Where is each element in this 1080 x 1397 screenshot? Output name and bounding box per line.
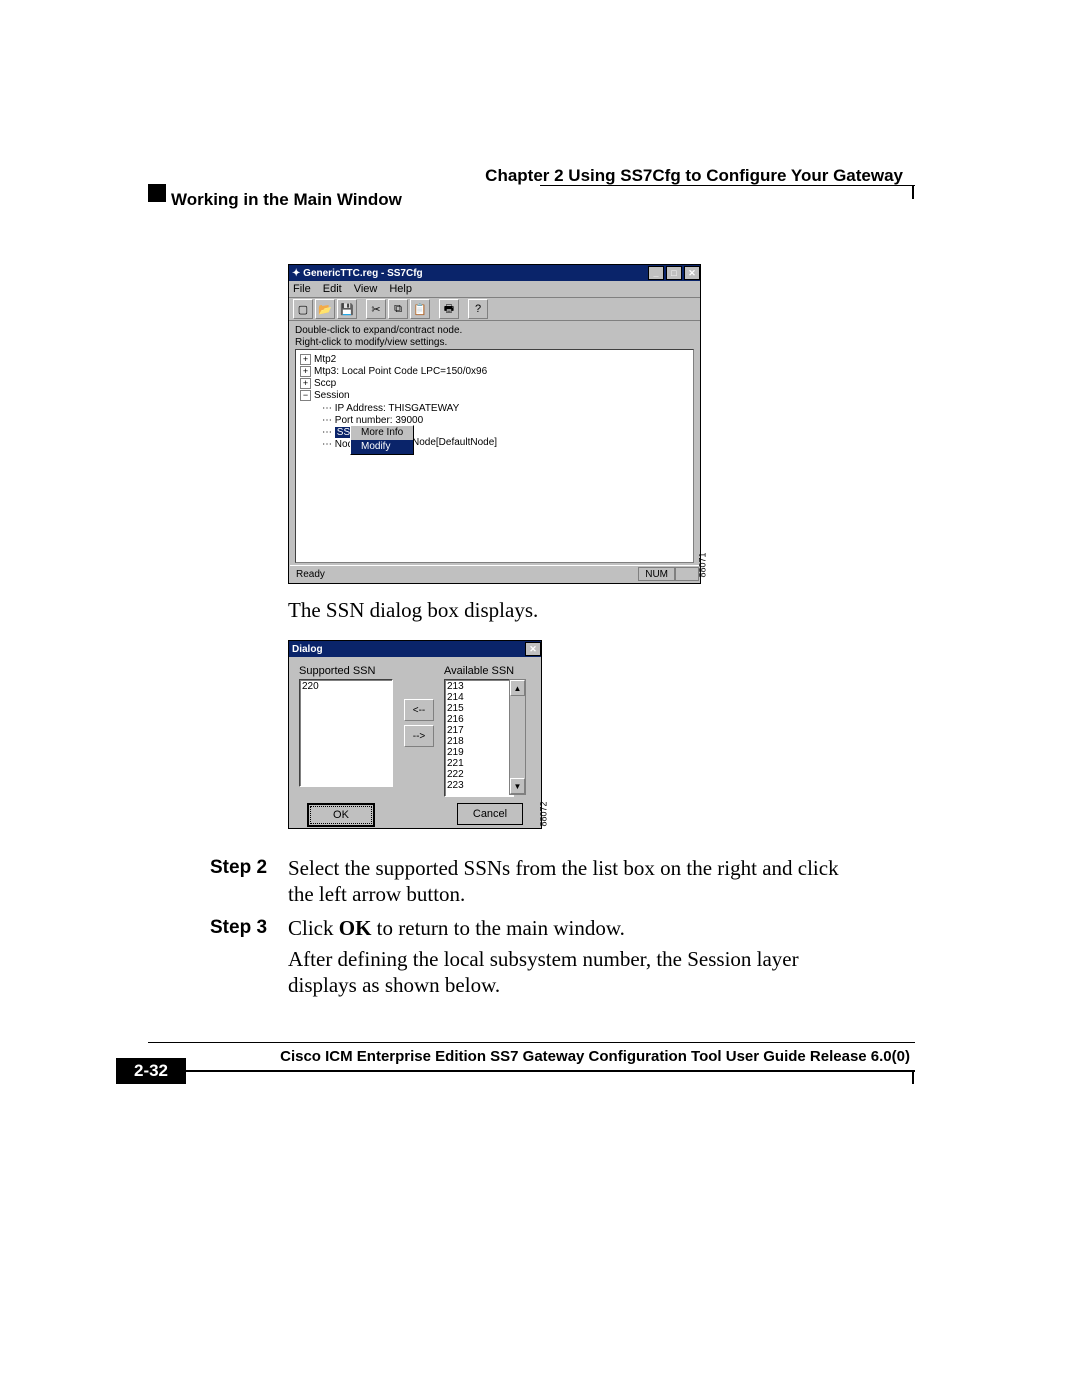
status-ready: Ready bbox=[290, 569, 325, 580]
list-item[interactable]: 222 bbox=[447, 769, 511, 780]
app-icon: ✦ bbox=[292, 268, 300, 279]
list-item[interactable]: 220 bbox=[302, 681, 390, 692]
list-item[interactable]: 218 bbox=[447, 736, 511, 747]
tree-ip[interactable]: IP Address: THISGATEWAY bbox=[335, 403, 459, 414]
header-tick bbox=[912, 185, 914, 199]
paste-icon[interactable]: 📋 bbox=[410, 299, 430, 319]
window-title: GenericTTC.reg - SS7Cfg bbox=[303, 268, 422, 279]
header-square bbox=[148, 184, 166, 202]
maximize-icon[interactable]: □ bbox=[666, 266, 682, 280]
footer-tick bbox=[912, 1070, 914, 1084]
list-item[interactable]: 215 bbox=[447, 703, 511, 714]
ok-button[interactable]: OK bbox=[307, 803, 375, 827]
dialog-title-bar[interactable]: Dialog ✕ bbox=[289, 641, 541, 657]
save-icon[interactable]: 💾 bbox=[337, 299, 357, 319]
list-item[interactable]: 221 bbox=[447, 758, 511, 769]
figure-ref-1: 88071 bbox=[697, 552, 707, 577]
step3-follow: After defining the local subsystem numbe… bbox=[288, 946, 858, 998]
chapter-title: Chapter 2 Using SS7Cfg to Configure Your… bbox=[485, 166, 903, 186]
open-icon[interactable]: 📂 bbox=[315, 299, 335, 319]
section-title: Working in the Main Window bbox=[171, 190, 402, 210]
list-item[interactable]: 213 bbox=[447, 681, 511, 692]
dialog-title: Dialog bbox=[292, 644, 323, 655]
supported-ssn-label: Supported SSN bbox=[299, 665, 375, 677]
list-item[interactable]: 223 bbox=[447, 780, 511, 791]
ctx-modify[interactable]: Modify bbox=[351, 440, 413, 454]
status-bar: Ready NUM bbox=[290, 565, 699, 582]
cancel-button[interactable]: Cancel bbox=[457, 803, 523, 825]
new-icon[interactable]: ▢ bbox=[293, 299, 313, 319]
move-right-button[interactable]: --> bbox=[404, 725, 434, 747]
page-number: 2-32 bbox=[116, 1058, 186, 1084]
ss7cfg-window: ✦ GenericTTC.reg - SS7Cfg _ □ ✕ File Edi… bbox=[288, 264, 701, 584]
step2-text: Select the supported SSNs from the list … bbox=[288, 855, 858, 907]
status-num: NUM bbox=[638, 567, 675, 581]
title-bar[interactable]: ✦ GenericTTC.reg - SS7Cfg _ □ ✕ bbox=[289, 265, 700, 281]
tree-mtp2[interactable]: Mtp2 bbox=[314, 354, 336, 365]
tree-mtp3[interactable]: Mtp3: Local Point Code LPC=150/0x96 bbox=[314, 366, 487, 377]
supported-ssn-list[interactable]: 220 bbox=[299, 679, 393, 787]
copy-icon[interactable]: ⧉ bbox=[388, 299, 408, 319]
footer-rule-top bbox=[148, 1042, 915, 1043]
list-item[interactable]: 219 bbox=[447, 747, 511, 758]
dialog-close-icon[interactable]: ✕ bbox=[525, 642, 541, 656]
help-icon[interactable]: ? bbox=[468, 299, 488, 319]
menu-edit[interactable]: Edit bbox=[323, 283, 342, 295]
menu-help[interactable]: Help bbox=[389, 283, 412, 295]
context-menu[interactable]: More Info Modify bbox=[350, 425, 414, 455]
config-tree[interactable]: +Mtp2 +Mtp3: Local Point Code LPC=150/0x… bbox=[295, 349, 694, 563]
caption-1: The SSN dialog box displays. bbox=[288, 597, 858, 623]
ssn-dialog: Dialog ✕ Supported SSN Available SSN 220… bbox=[288, 640, 542, 829]
tree-node-tail: Node[DefaultNode] bbox=[412, 437, 497, 449]
menu-view[interactable]: View bbox=[354, 283, 378, 295]
footer-rule-bottom bbox=[186, 1070, 915, 1072]
list-item[interactable]: 216 bbox=[447, 714, 511, 725]
footer-title: Cisco ICM Enterprise Edition SS7 Gateway… bbox=[280, 1048, 910, 1065]
scroll-down-icon[interactable]: ▼ bbox=[510, 778, 525, 794]
cut-icon[interactable]: ✂ bbox=[366, 299, 386, 319]
ctx-more-info[interactable]: More Info bbox=[351, 426, 413, 440]
available-ssn-label: Available SSN bbox=[444, 665, 514, 677]
scroll-up-icon[interactable]: ▲ bbox=[510, 680, 525, 696]
step2-label: Step 2 bbox=[210, 857, 267, 879]
list-item[interactable]: 214 bbox=[447, 692, 511, 703]
available-ssn-list[interactable]: 213 214 215 216 217 218 219 221 222 223 bbox=[444, 679, 514, 797]
tree-session[interactable]: Session bbox=[314, 391, 350, 402]
menu-bar: File Edit View Help bbox=[289, 281, 700, 298]
tree-sccp[interactable]: Sccp bbox=[314, 378, 336, 389]
available-scrollbar[interactable]: ▲ ▼ bbox=[509, 679, 526, 795]
move-left-button[interactable]: <-- bbox=[404, 699, 434, 721]
menu-file[interactable]: File bbox=[293, 283, 311, 295]
header-rule bbox=[540, 185, 915, 186]
figure-ref-2: 88072 bbox=[538, 801, 548, 826]
minimize-icon[interactable]: _ bbox=[648, 266, 664, 280]
print-icon[interactable]: 🖶 bbox=[439, 299, 459, 319]
list-item[interactable]: 217 bbox=[447, 725, 511, 736]
toolbar: ▢ 📂 💾 ✂ ⧉ 📋 🖶 ? bbox=[289, 298, 700, 321]
hint-text: Double-click to expand/contract node. Ri… bbox=[289, 321, 700, 351]
step3-text: Click OK to return to the main window. bbox=[288, 915, 858, 941]
step3-label: Step 3 bbox=[210, 917, 267, 939]
close-icon[interactable]: ✕ bbox=[684, 266, 700, 280]
